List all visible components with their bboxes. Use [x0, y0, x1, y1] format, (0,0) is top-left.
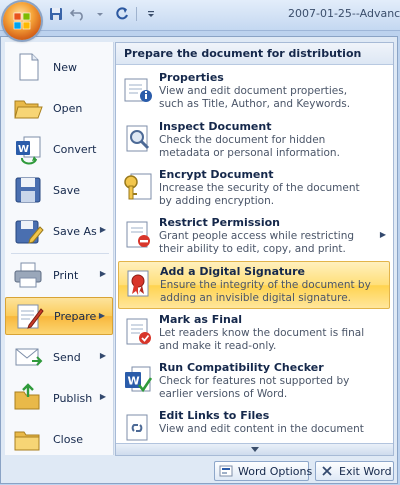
prepare-item-mark-as-final[interactable]: Mark as Final Let readers know the docum…: [118, 310, 390, 358]
redo-icon[interactable]: [112, 4, 132, 24]
menu-item-convert[interactable]: W Convert: [5, 130, 113, 168]
submenu-arrow-icon: ▶: [99, 392, 106, 401]
prepare-item-edit-links-to-files[interactable]: Edit Links to Files View and edit conten…: [118, 406, 390, 442]
compatibility-checker-icon: W: [125, 366, 153, 393]
undo-icon[interactable]: [68, 4, 88, 24]
menu-item-open[interactable]: Open: [5, 89, 113, 127]
prepare-item-restrict-permission[interactable]: Restrict Permission Grant people access …: [118, 213, 390, 261]
menu-item-label: Send: [53, 350, 81, 364]
save-icon[interactable]: [46, 4, 66, 24]
inspect-icon: [126, 125, 150, 152]
item-description: Increase the security of the document by…: [159, 182, 360, 207]
item-title: Mark as Final: [159, 313, 243, 326]
menu-item-label: Print: [53, 268, 79, 282]
title-bar: 2007-01-25--Advanced: [0, 0, 400, 31]
edit-links-icon: [126, 414, 148, 441]
office-menu-commands: New Open W Convert Save Save As ▶ Print …: [5, 42, 114, 455]
publish-icon: [14, 383, 40, 410]
submenu-arrow-icon: ▶: [99, 351, 106, 360]
svg-text:W: W: [128, 375, 140, 388]
item-title: Run Compatibility Checker: [159, 361, 324, 374]
item-description: Ensure the integrity of the document by …: [160, 279, 371, 304]
item-title: Restrict Permission: [159, 216, 280, 229]
item-title: Encrypt Document: [159, 168, 274, 181]
item-description: View and edit document properties, such …: [159, 85, 351, 110]
send-icon: [15, 348, 43, 366]
menu-item-save[interactable]: Save: [5, 171, 113, 209]
prepare-icon: [17, 304, 44, 329]
prepare-item-properties[interactable]: Properties View and edit document proper…: [118, 68, 390, 116]
chevron-down-icon: [250, 446, 259, 452]
submenu-arrow-icon: ▶: [98, 311, 105, 320]
mark-final-icon: [126, 318, 151, 345]
office-logo-icon: [13, 12, 31, 30]
item-title: Properties: [159, 71, 224, 84]
word-options-label: Word Options: [238, 464, 313, 478]
submenu-arrow-icon: ▶: [99, 225, 106, 234]
item-title: Add a Digital Signature: [160, 265, 305, 278]
toolbar-separator: [136, 7, 137, 21]
new-document-icon: [19, 53, 39, 81]
prepare-item-encrypt-document[interactable]: Encrypt Document Increase the security o…: [118, 165, 390, 213]
menu-item-publish[interactable]: Publish ▶: [5, 379, 113, 417]
item-title: Edit Links to Files: [159, 409, 270, 422]
prepare-item-inspect-document[interactable]: Inspect Document Check the document for …: [118, 117, 390, 165]
submenu-arrow-icon: ▶: [99, 269, 106, 278]
menu-item-new[interactable]: New: [5, 48, 113, 86]
menu-item-label: Save As: [53, 224, 97, 238]
menu-item-close[interactable]: Close: [5, 420, 113, 458]
prepare-item-add-digital-signature[interactable]: Add a Digital Signature Ensure the integ…: [118, 261, 390, 309]
convert-icon: W: [16, 136, 41, 165]
menu-item-prepare[interactable]: Prepare ▶: [5, 297, 113, 335]
quick-access-toolbar: [46, 4, 161, 24]
submenu-header: Prepare the document for distribution: [116, 43, 393, 65]
printer-icon: [14, 262, 42, 288]
save-disk-icon: [15, 177, 41, 203]
svg-text:W: W: [18, 144, 29, 155]
undo-dropdown-icon[interactable]: [90, 4, 110, 24]
office-button[interactable]: [3, 2, 41, 40]
close-folder-icon: [14, 431, 40, 451]
properties-icon: [124, 78, 152, 102]
restrict-permission-icon: [126, 221, 150, 248]
office-menu: New Open W Convert Save Save As ▶ Print …: [0, 36, 398, 484]
customize-icon[interactable]: [141, 4, 161, 24]
exit-word-label: Exit Word: [339, 464, 392, 478]
menu-divider: [11, 253, 109, 254]
menu-item-print[interactable]: Print ▶: [5, 256, 113, 294]
prepare-submenu: Prepare the document for distribution Pr…: [115, 42, 394, 456]
item-description: Check the document for hidden metadata o…: [159, 134, 340, 159]
menu-item-label: Close: [53, 432, 83, 446]
menu-item-label: Convert: [53, 142, 97, 156]
encrypt-key-icon: [124, 173, 152, 200]
item-description: View and edit content in the document: [159, 423, 364, 435]
menu-item-label: New: [53, 60, 77, 74]
menu-item-save-as[interactable]: Save As ▶: [5, 212, 113, 250]
options-icon: [219, 465, 233, 477]
submenu-arrow-icon: ▶: [379, 230, 386, 239]
save-as-icon: [15, 220, 44, 244]
scroll-down-button[interactable]: [116, 443, 393, 455]
close-icon: [322, 466, 332, 476]
word-options-button[interactable]: Word Options: [214, 461, 313, 481]
prepare-item-run-compatibility-checker[interactable]: W Run Compatibility Checker Check for fe…: [118, 358, 390, 406]
menu-item-label: Open: [53, 101, 83, 115]
menu-item-label: Prepare: [54, 309, 97, 323]
item-title: Inspect Document: [159, 120, 272, 133]
menu-item-label: Save: [53, 183, 81, 197]
digital-signature-icon: [127, 270, 149, 297]
menu-item-send[interactable]: Send ▶: [5, 338, 113, 376]
menu-item-label: Publish: [53, 391, 93, 405]
item-description: Grant people access while restricting th…: [159, 230, 355, 255]
window-title: 2007-01-25--Advanced: [288, 7, 400, 20]
item-description: Check for features not supported by earl…: [159, 375, 350, 400]
item-description: Let readers know the document is final a…: [159, 327, 365, 352]
exit-word-button[interactable]: Exit Word: [315, 461, 394, 481]
open-folder-icon: [14, 100, 43, 119]
